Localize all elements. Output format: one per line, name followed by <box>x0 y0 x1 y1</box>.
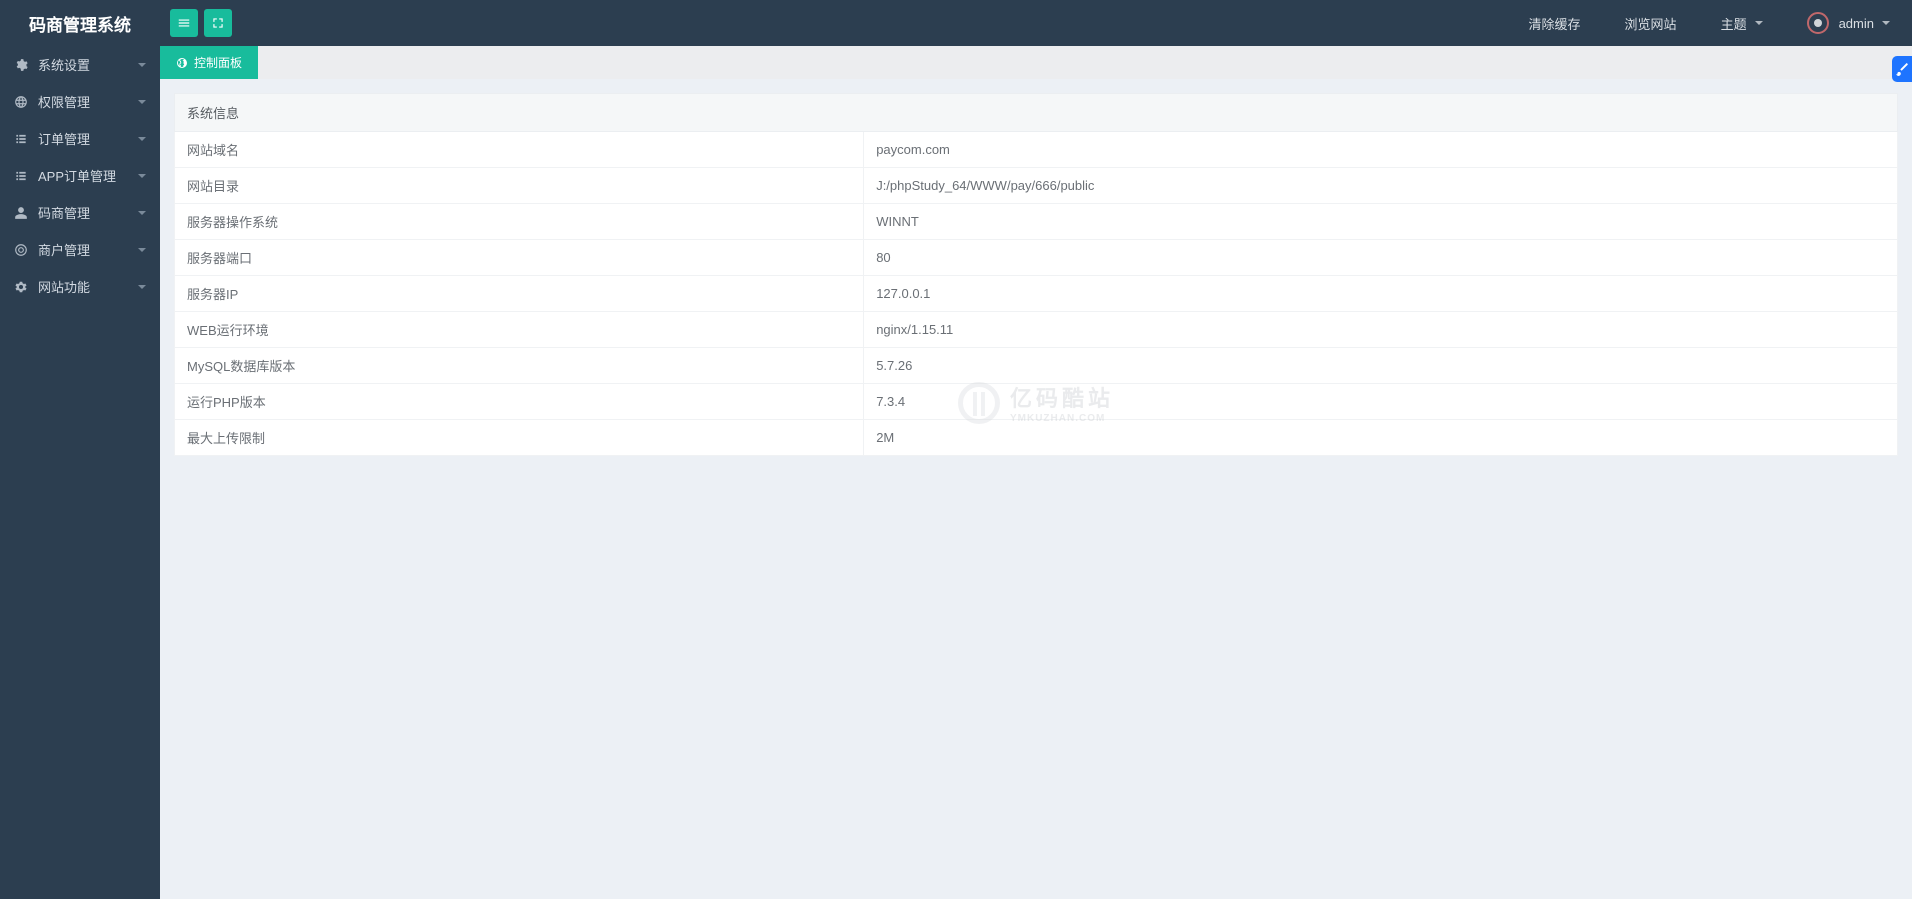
sysinfo-panel: 系统信息 网站域名paycom.com网站目录J:/phpStudy_64/WW… <box>174 93 1898 456</box>
clear-cache-link[interactable]: 清除缓存 <box>1507 0 1603 46</box>
info-value: nginx/1.15.11 <box>864 312 1898 348</box>
content-row: 系统设置权限管理订单管理 APP订单管理码商管理商户管理网站功能 控制面板 系统信… <box>0 46 1912 899</box>
sidebar-item-0[interactable]: 系统设置 <box>0 46 160 83</box>
theme-dropdown[interactable]: 主题 <box>1699 0 1785 46</box>
sidebar-item-2[interactable]: 订单管理 <box>0 120 160 157</box>
info-key: 服务器端口 <box>175 240 864 276</box>
cog-icon <box>14 280 28 294</box>
sidebar-item-label: 权限管理 <box>38 92 138 111</box>
sysinfo-header: 系统信息 <box>175 94 1898 132</box>
table-row: WEB运行环境nginx/1.15.11 <box>175 312 1898 348</box>
edge-feedback-button[interactable] <box>1892 56 1912 82</box>
main-area: 控制面板 系统信息 网站域名paycom.com网站目录J:/phpStudy_… <box>160 46 1912 899</box>
sidebar-item-3[interactable]: APP订单管理 <box>0 157 160 194</box>
sidebar-item-label: 码商管理 <box>38 203 138 222</box>
table-row: MySQL数据库版本5.7.26 <box>175 348 1898 384</box>
table-row: 最大上传限制2M <box>175 420 1898 456</box>
sidebar-item-4[interactable]: 码商管理 <box>0 194 160 231</box>
sidebar-item-label: 系统设置 <box>38 55 138 74</box>
user-dropdown[interactable]: admin <box>1785 0 1912 46</box>
caret-down-icon <box>138 100 146 104</box>
info-value: 2M <box>864 420 1898 456</box>
sidebar-item-1[interactable]: 权限管理 <box>0 83 160 120</box>
table-row: 服务器操作系统WINNT <box>175 204 1898 240</box>
brush-icon <box>1895 62 1909 76</box>
visit-site-label: 浏览网站 <box>1625 14 1677 33</box>
caret-down-icon <box>138 211 146 215</box>
table-row: 网站目录J:/phpStudy_64/WWW/pay/666/public <box>175 168 1898 204</box>
username-label: admin <box>1839 16 1874 31</box>
sidebar-item-6[interactable]: 网站功能 <box>0 268 160 305</box>
info-key: WEB运行环境 <box>175 312 864 348</box>
caret-down-icon <box>138 63 146 67</box>
topbar: 码商管理系统 清除缓存 浏览网站 主题 admin <box>0 0 1912 46</box>
sidebar-item-label: APP订单管理 <box>38 166 138 185</box>
caret-down-icon <box>1755 21 1763 25</box>
fullscreen-button[interactable] <box>204 9 232 37</box>
app-logo: 码商管理系统 <box>0 0 160 46</box>
info-key: MySQL数据库版本 <box>175 348 864 384</box>
sidebar-item-label: 网站功能 <box>38 277 138 296</box>
avatar <box>1807 12 1829 34</box>
caret-down-icon <box>138 248 146 252</box>
info-value: 5.7.26 <box>864 348 1898 384</box>
list-icon <box>14 169 28 183</box>
caret-down-icon <box>138 137 146 141</box>
info-value: 7.3.4 <box>864 384 1898 420</box>
info-value: J:/phpStudy_64/WWW/pay/666/public <box>864 168 1898 204</box>
info-key: 最大上传限制 <box>175 420 864 456</box>
tab-dashboard[interactable]: 控制面板 <box>160 46 259 79</box>
info-value: WINNT <box>864 204 1898 240</box>
menu-icon <box>177 16 191 30</box>
info-value: 127.0.0.1 <box>864 276 1898 312</box>
sidebar: 系统设置权限管理订单管理 APP订单管理码商管理商户管理网站功能 <box>0 46 160 899</box>
info-value: 80 <box>864 240 1898 276</box>
visit-site-link[interactable]: 浏览网站 <box>1603 0 1699 46</box>
caret-down-icon <box>1882 21 1890 25</box>
table-row: 服务器IP127.0.0.1 <box>175 276 1898 312</box>
theme-label: 主题 <box>1721 14 1747 33</box>
tabbar: 控制面板 <box>160 46 1912 79</box>
topbar-right: 清除缓存 浏览网站 主题 admin <box>1507 0 1912 46</box>
globe-icon <box>176 57 188 69</box>
info-value: paycom.com <box>864 132 1898 168</box>
info-key: 网站目录 <box>175 168 864 204</box>
app-title: 码商管理系统 <box>29 11 131 36</box>
user-icon <box>14 206 28 220</box>
info-key: 服务器IP <box>175 276 864 312</box>
fullscreen-icon <box>211 16 225 30</box>
info-key: 运行PHP版本 <box>175 384 864 420</box>
table-row: 运行PHP版本7.3.4 <box>175 384 1898 420</box>
sidebar-item-label: 商户管理 <box>38 240 138 259</box>
info-key: 网站域名 <box>175 132 864 168</box>
table-row: 服务器端口80 <box>175 240 1898 276</box>
sidebar-item-label: 订单管理 <box>38 129 138 148</box>
table-row: 网站域名paycom.com <box>175 132 1898 168</box>
target-icon <box>14 243 28 257</box>
gear-icon <box>14 58 28 72</box>
sysinfo-table: 系统信息 网站域名paycom.com网站目录J:/phpStudy_64/WW… <box>174 93 1898 456</box>
clear-cache-label: 清除缓存 <box>1529 14 1581 33</box>
toggle-sidebar-button[interactable] <box>170 9 198 37</box>
list-icon <box>14 132 28 146</box>
caret-down-icon <box>138 174 146 178</box>
tab-label: 控制面板 <box>194 54 242 71</box>
caret-down-icon <box>138 285 146 289</box>
globe-icon <box>14 95 28 109</box>
sidebar-item-5[interactable]: 商户管理 <box>0 231 160 268</box>
info-key: 服务器操作系统 <box>175 204 864 240</box>
topbar-left-controls <box>160 9 232 37</box>
